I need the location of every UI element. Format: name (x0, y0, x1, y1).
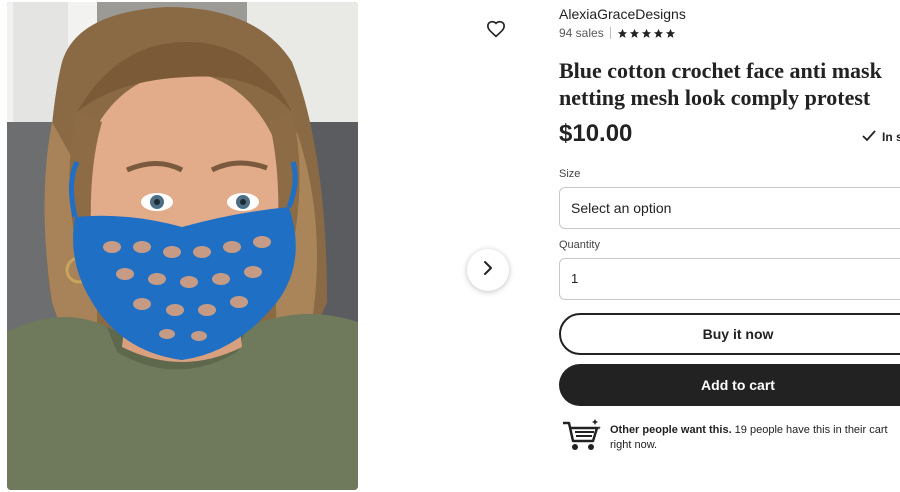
cart-demand-message: Other people want this. 19 people have t… (610, 423, 900, 453)
product-image (7, 2, 358, 490)
listing-title-line-1: Blue cotton crochet face anti mask (559, 58, 882, 83)
divider (609, 27, 611, 39)
sales-count: 94 sales (559, 26, 604, 40)
buy-it-now-button[interactable]: Buy it now (559, 313, 900, 355)
star-icon (653, 28, 663, 38)
quantity-select[interactable]: 1 (559, 258, 900, 300)
rating-stars[interactable] (617, 28, 676, 39)
listing-title: Blue cotton crochet face anti mask netti… (559, 57, 894, 111)
heart-outline-icon (486, 20, 506, 43)
size-label: Size (559, 168, 581, 180)
sales-rating-row: 94 sales (559, 25, 676, 41)
size-select[interactable]: Select an option (559, 187, 900, 229)
product-photo[interactable] (7, 2, 358, 490)
add-to-cart-button[interactable]: Add to cart (559, 364, 900, 406)
star-icon (617, 28, 627, 38)
star-icon (665, 28, 675, 38)
shop-name-link[interactable]: AlexiaGraceDesigns (559, 6, 686, 22)
stock-text: In s (882, 130, 900, 144)
star-icon (629, 28, 639, 38)
quantity-label: Quantity (559, 239, 600, 251)
favorite-button[interactable] (481, 16, 511, 46)
shopping-cart-icon (561, 417, 601, 460)
price: $10.00 (559, 120, 633, 147)
listing-title-line-2: netting mesh look comply protest (559, 85, 871, 110)
next-image-button[interactable] (467, 249, 509, 291)
checkmark-icon (862, 129, 876, 145)
nudge-line-2: right now. (610, 439, 658, 451)
star-icon (641, 28, 651, 38)
nudge-bold: Other people want this. (610, 424, 732, 436)
chevron-right-icon (481, 260, 495, 281)
stock-status: In s (862, 128, 900, 146)
nudge-rest: 19 people have this in their cart (731, 424, 888, 436)
